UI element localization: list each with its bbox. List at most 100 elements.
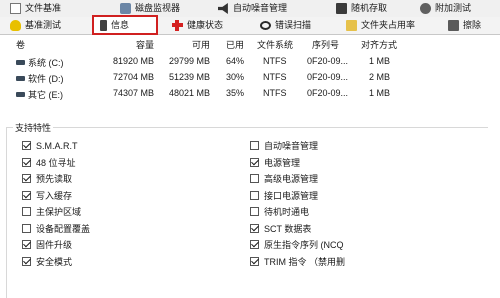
feature-checkbox-item: TRIM 指令 （禁用删 [250, 254, 345, 269]
tab-label: 文件基准 [25, 3, 62, 13]
tab-folder-usage[interactable]: 文件夹占用率 [346, 18, 415, 33]
tab-label: 自动噪音管理 [233, 3, 288, 13]
checkbox[interactable] [250, 157, 259, 167]
feature-label: 写入缓存 [36, 190, 73, 201]
tab-extra-tests[interactable]: 附加测试 [420, 1, 471, 16]
feature-checkbox-item: S.M.A.R.T [22, 138, 78, 153]
feature-checkbox-item: 主保护区域 [22, 204, 81, 219]
feature-checkbox-item: 待机时通电 [250, 204, 309, 219]
checkbox[interactable] [22, 190, 31, 200]
tab-label: 磁盘监视器 [135, 3, 181, 13]
feature-checkbox-item: 自动噪音管理 [250, 138, 318, 153]
feature-checkbox-item: 接口电源管理 [250, 188, 318, 203]
checkbox[interactable] [250, 223, 259, 233]
column-header[interactable]: 卷 [16, 38, 25, 51]
table-row[interactable]: 其它 (E:) 74307 MB 48021 MB 35% NTFS 0F20-… [0, 86, 500, 102]
tab-label: 基准测试 [25, 20, 62, 30]
column-header[interactable]: 序列号 [312, 38, 339, 51]
tab-file-benchmark[interactable]: 文件基准 [10, 1, 61, 16]
feature-checkbox-item: 固件升级 [22, 237, 72, 252]
scrollbar-area [488, 120, 500, 290]
checkbox[interactable] [250, 174, 259, 183]
battery-icon [100, 20, 107, 31]
serial-cell: 0F20-09... [307, 56, 349, 66]
checkbox[interactable] [22, 141, 31, 150]
search-icon [260, 21, 271, 30]
serial-cell: 0F20-09... [307, 72, 349, 82]
document-icon [10, 3, 21, 14]
capacity-cell: 81920 MB [112, 56, 154, 66]
tab-disk-monitor[interactable]: 磁盘监视器 [120, 1, 180, 16]
capacity-cell: 74307 MB [112, 88, 154, 98]
checkbox[interactable] [250, 240, 259, 249]
feature-label: 预先读取 [36, 174, 73, 184]
feature-label: 高级电源管理 [264, 174, 319, 184]
alignment-cell: 1 MB [368, 56, 390, 66]
table-row[interactable]: 软件 (D:) 72704 MB 51239 MB 30% NTFS 0F20-… [0, 70, 500, 86]
checkbox[interactable] [22, 174, 31, 183]
feature-checkbox-item: 原生指令序列 (NCQ [250, 237, 344, 252]
feature-label: 48 位寻址 [36, 157, 76, 168]
feature-label: SCT 数据表 [264, 223, 312, 234]
tab-health[interactable]: 健康状态 [172, 18, 223, 33]
checkbox[interactable] [22, 157, 31, 167]
group-title: 支持特性 [13, 121, 54, 134]
column-header[interactable]: 可用 [180, 38, 210, 51]
volume-cell: 系统 (C:) [16, 56, 64, 69]
drive-icon [16, 60, 25, 66]
tab-aam[interactable]: 自动噪音管理 [218, 1, 287, 16]
feature-label: 接口电源管理 [264, 190, 319, 201]
feature-label: 设备配置覆盖 [36, 223, 91, 234]
feature-label: 安全模式 [36, 256, 73, 267]
drive-icon [16, 92, 25, 98]
column-header[interactable]: 对齐方式 [361, 38, 397, 51]
calculator-icon [336, 3, 347, 14]
checkbox[interactable] [250, 141, 259, 150]
column-header[interactable]: 已用 [222, 38, 244, 51]
used-cell: 35% [225, 88, 244, 98]
tab-benchmark[interactable]: 基准测试 [10, 18, 61, 33]
checkbox[interactable] [250, 190, 259, 200]
feature-label: 待机时通电 [264, 207, 310, 217]
column-header[interactable]: 文件系统 [257, 38, 293, 51]
tab-random-access[interactable]: 随机存取 [336, 1, 387, 16]
disk-icon [120, 3, 131, 14]
gear-icon [420, 3, 431, 14]
capacity-cell: 72704 MB [112, 72, 154, 82]
feature-label: 原生指令序列 (NCQ [264, 240, 344, 250]
feature-checkbox-item: 高级电源管理 [250, 171, 318, 186]
checkbox[interactable] [22, 256, 31, 266]
free-cell: 48021 MB [168, 88, 210, 98]
checkbox[interactable] [250, 207, 259, 216]
table-header: 卷 容量 可用 已用 文件系统 序列号 对齐方式 [0, 36, 500, 52]
serial-cell: 0F20-09... [307, 88, 349, 98]
folder-icon [346, 20, 357, 31]
used-cell: 64% [225, 56, 244, 66]
volume-cell: 其它 (E:) [16, 88, 63, 101]
tab-label: 错误扫描 [275, 20, 312, 30]
checkbox[interactable] [22, 223, 31, 233]
filesystem-cell: NTFS [263, 88, 287, 98]
column-header[interactable]: 容量 [116, 38, 154, 51]
feature-checkbox-item: 安全模式 [22, 254, 72, 269]
speaker-icon [218, 3, 228, 14]
feature-checkbox-item: 48 位寻址 [22, 155, 76, 170]
feature-checkbox-item: SCT 数据表 [250, 221, 311, 236]
checkbox[interactable] [250, 256, 259, 266]
checkbox[interactable] [22, 240, 31, 249]
tab-label: 文件夹占用率 [361, 20, 416, 30]
feature-label: 自动噪音管理 [264, 141, 319, 151]
filesystem-cell: NTFS [263, 56, 287, 66]
alignment-cell: 2 MB [368, 72, 390, 82]
tab-label: 附加测试 [435, 3, 472, 13]
feature-label: S.M.A.R.T [36, 140, 78, 151]
checkbox[interactable] [22, 207, 31, 216]
tab-info[interactable]: 信息 [92, 15, 158, 35]
drive-icon [16, 76, 25, 82]
table-row[interactable]: 系统 (C:) 81920 MB 29799 MB 64% NTFS 0F20-… [0, 54, 500, 70]
feature-checkbox-item: 电源管理 [250, 155, 300, 170]
tab-row-bottom: 基准测试 信息 健康状态 错误扫描 文件夹占用率 擦除 [0, 15, 500, 35]
tab-erase[interactable]: 擦除 [448, 18, 481, 33]
feature-checkbox-item: 设备配置覆盖 [22, 221, 90, 236]
tab-error-scan[interactable]: 错误扫描 [260, 18, 311, 33]
